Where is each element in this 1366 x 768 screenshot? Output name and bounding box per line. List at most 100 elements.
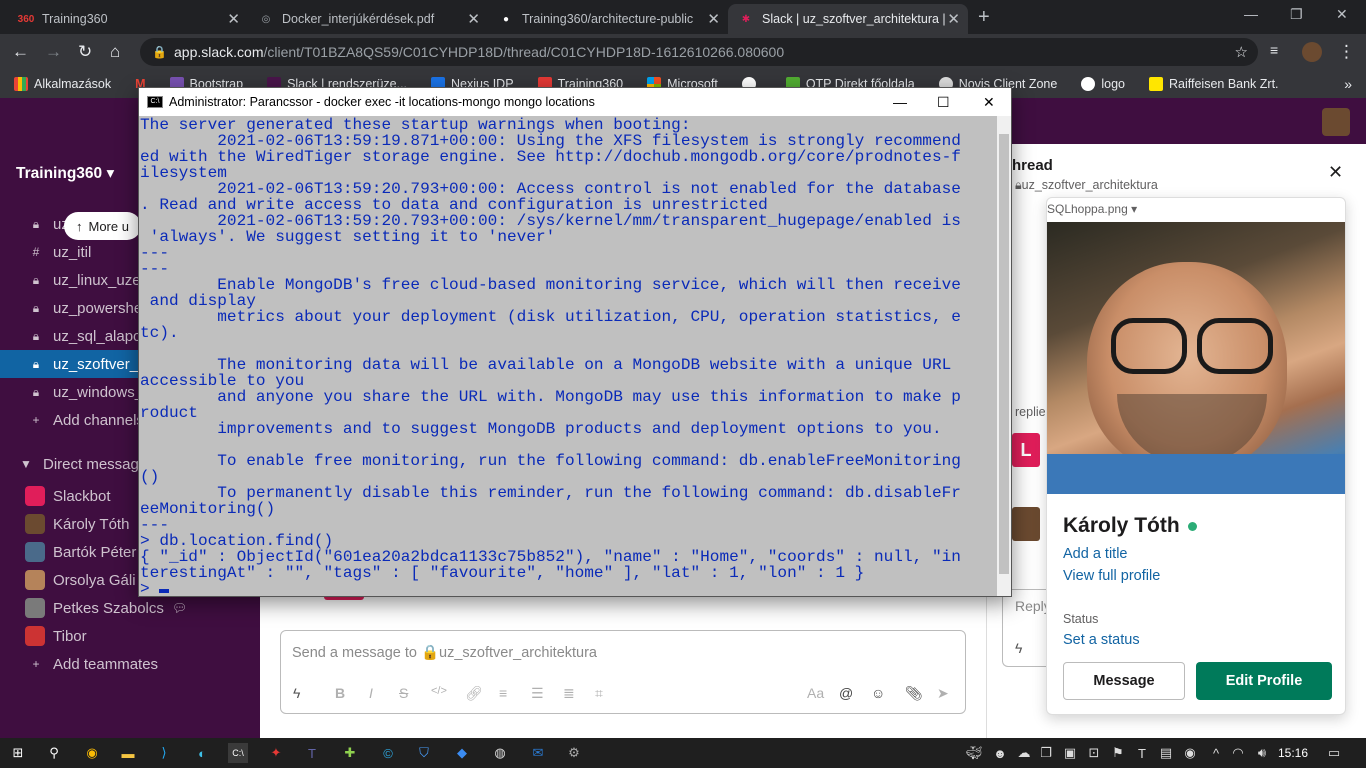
maximize-icon[interactable]: ☐	[937, 94, 950, 111]
cmd-taskbar-icon[interactable]: C:\	[228, 743, 248, 763]
terminal-line: metrics about your deployment (disk util…	[140, 308, 961, 326]
add-title-link[interactable]: Add a title	[1063, 546, 1128, 562]
file-explorer-icon[interactable]: ▬	[118, 743, 138, 763]
quote-icon[interactable]: ≣	[563, 685, 575, 702]
close-icon[interactable]: ✕	[1328, 162, 1343, 183]
windows-start-icon[interactable]: ⊞	[8, 743, 28, 763]
set-status-link[interactable]: Set a status	[1063, 632, 1140, 648]
cmd-title-bar[interactable]: C:\ Administrator: Parancssor - docker e…	[139, 88, 1011, 116]
bold-icon[interactable]: B	[335, 685, 345, 701]
tray-icon[interactable]: ▤	[1156, 743, 1176, 763]
dm-tibor[interactable]: Tibor	[0, 622, 260, 650]
reload-icon[interactable]: ↻	[78, 42, 92, 62]
search-icon[interactable]: ⚲	[44, 743, 64, 763]
window-close-icon[interactable]: ✕	[1336, 6, 1348, 23]
tray-icon[interactable]: ◉	[1180, 743, 1200, 763]
edge-icon[interactable]: ◐	[192, 743, 212, 763]
menu-icon[interactable]: ⋮	[1338, 42, 1355, 62]
mail-icon[interactable]: ✉	[528, 743, 548, 763]
more-bookmarks-icon[interactable]: »	[1344, 76, 1352, 92]
app-icon[interactable]: ©	[378, 743, 398, 763]
ordered-list-icon[interactable]: ≡	[499, 685, 507, 701]
tab-slack[interactable]: ✱ Slack | uz_szoftver_architektura | ✕	[728, 4, 968, 34]
scrollbar[interactable]	[997, 116, 1011, 596]
edit-profile-button[interactable]: Edit Profile	[1196, 662, 1332, 700]
app-icon[interactable]: ✚	[340, 743, 360, 763]
restore-icon[interactable]: ❐	[1290, 6, 1303, 23]
docker-icon[interactable]: 🐳︎	[964, 743, 984, 763]
close-icon[interactable]: ✕	[983, 94, 995, 111]
shield-icon[interactable]: ⛉	[414, 743, 434, 763]
app-icon[interactable]: ⚙	[564, 743, 584, 763]
chevron-up-icon[interactable]: ^	[1206, 743, 1226, 763]
italic-icon[interactable]: I	[369, 685, 373, 701]
workspace-name[interactable]: Training360 ▾	[16, 164, 114, 183]
reply-input[interactable]: Reply ϟ	[1002, 589, 1052, 667]
star-icon[interactable]: ☆	[1235, 43, 1248, 61]
avatar	[25, 486, 45, 506]
profile-avatar[interactable]	[1302, 42, 1322, 62]
code-block-icon[interactable]: ⌗	[595, 685, 603, 702]
scrollbar-thumb[interactable]	[999, 134, 1009, 574]
clock[interactable]: 15:16	[1278, 746, 1308, 760]
chrome-icon[interactable]: ◉	[82, 743, 102, 763]
cloud-icon[interactable]: ☁	[1014, 743, 1034, 763]
lightning-icon[interactable]: ϟ	[293, 685, 300, 701]
tray-icon[interactable]: ⊡	[1084, 743, 1104, 763]
thread-channel[interactable]: 🔒︎uz_szoftver_architektura	[1015, 178, 1158, 193]
view-full-profile-link[interactable]: View full profile	[1063, 568, 1160, 584]
bookmark-raiffeisen[interactable]: Raiffeisen Bank Zrt.	[1148, 77, 1279, 91]
link-icon[interactable]: 🔗︎	[465, 685, 483, 702]
wifi-icon[interactable]: ◠	[1228, 743, 1248, 763]
dm-petkes-szabolcs[interactable]: Petkes Szabolcs 💬︎	[0, 594, 260, 622]
close-icon[interactable]: ✕	[227, 10, 240, 28]
file-name[interactable]: SQLhoppa.png ▾	[1047, 202, 1345, 220]
cmd-output[interactable]: The server generated these startup warni…	[139, 116, 997, 596]
app-icon[interactable]: ✦	[266, 743, 286, 763]
teams-icon[interactable]: T	[302, 743, 322, 763]
more-unreads-button[interactable]: ↑ More u	[64, 212, 141, 240]
close-icon[interactable]: ✕	[467, 10, 480, 28]
message-button[interactable]: Message	[1063, 662, 1185, 700]
tray-icon[interactable]: ❐	[1036, 743, 1056, 763]
url-field[interactable]: 🔒 app.slack.com/client/T01BZA8QS59/C01CY…	[140, 38, 1258, 66]
close-icon[interactable]: ✕	[947, 10, 960, 28]
lightning-icon[interactable]: ϟ	[1015, 640, 1022, 656]
close-icon[interactable]: ✕	[707, 10, 720, 28]
tab-docker-pdf[interactable]: ◎ Docker_interjúkérdések.pdf ✕	[248, 4, 488, 34]
vscode-icon[interactable]: ⟩	[154, 743, 174, 763]
bookmark-logo[interactable]: logo	[1081, 77, 1125, 91]
app-icon[interactable]: ◍	[490, 743, 510, 763]
tab-training360[interactable]: 360 Training360 ✕	[8, 4, 248, 34]
profile-photo	[1047, 222, 1345, 494]
tray-icon[interactable]: T	[1132, 743, 1152, 763]
tray-icon[interactable]: ⚑	[1108, 743, 1128, 763]
message-composer[interactable]: Send a message to 🔒uz_szoftver_architekt…	[280, 630, 966, 714]
mention-icon[interactable]: @	[839, 685, 853, 701]
minimize-icon[interactable]: —	[1244, 6, 1258, 22]
app-icon[interactable]: ◆	[452, 743, 472, 763]
send-icon[interactable]: ➤	[937, 685, 949, 702]
emoji-icon[interactable]: ☺	[871, 685, 885, 701]
code-icon[interactable]: </>	[431, 685, 447, 697]
tray-icon[interactable]: ☻	[990, 743, 1010, 763]
new-tab-icon[interactable]: +	[978, 6, 990, 29]
format-text-icon[interactable]: Aa	[807, 685, 824, 701]
tab-github[interactable]: ● Training360/architecture-public ✕	[488, 4, 728, 34]
tray-icon[interactable]: ▣	[1060, 743, 1080, 763]
notifications-icon[interactable]: ▭	[1324, 743, 1344, 763]
back-icon[interactable]: ←	[12, 42, 29, 62]
cmd-window[interactable]: C:\ Administrator: Parancssor - docker e…	[138, 87, 1012, 597]
add-teammates-button[interactable]: + Add teammates	[0, 650, 260, 678]
bookmark-apps[interactable]: Alkalmazások	[14, 77, 111, 91]
playlist-icon[interactable]: ≡	[1270, 42, 1278, 58]
forward-icon[interactable]: →	[45, 42, 62, 62]
strikethrough-icon[interactable]: S	[399, 685, 408, 701]
home-icon[interactable]: ⌂	[110, 42, 120, 62]
attach-icon[interactable]: 📎︎	[905, 685, 923, 702]
bullet-list-icon[interactable]: ☰	[531, 685, 544, 702]
user-avatar[interactable]	[1322, 108, 1350, 136]
volume-icon[interactable]: 🔊︎	[1252, 743, 1272, 763]
minimize-icon[interactable]: —	[893, 94, 907, 110]
